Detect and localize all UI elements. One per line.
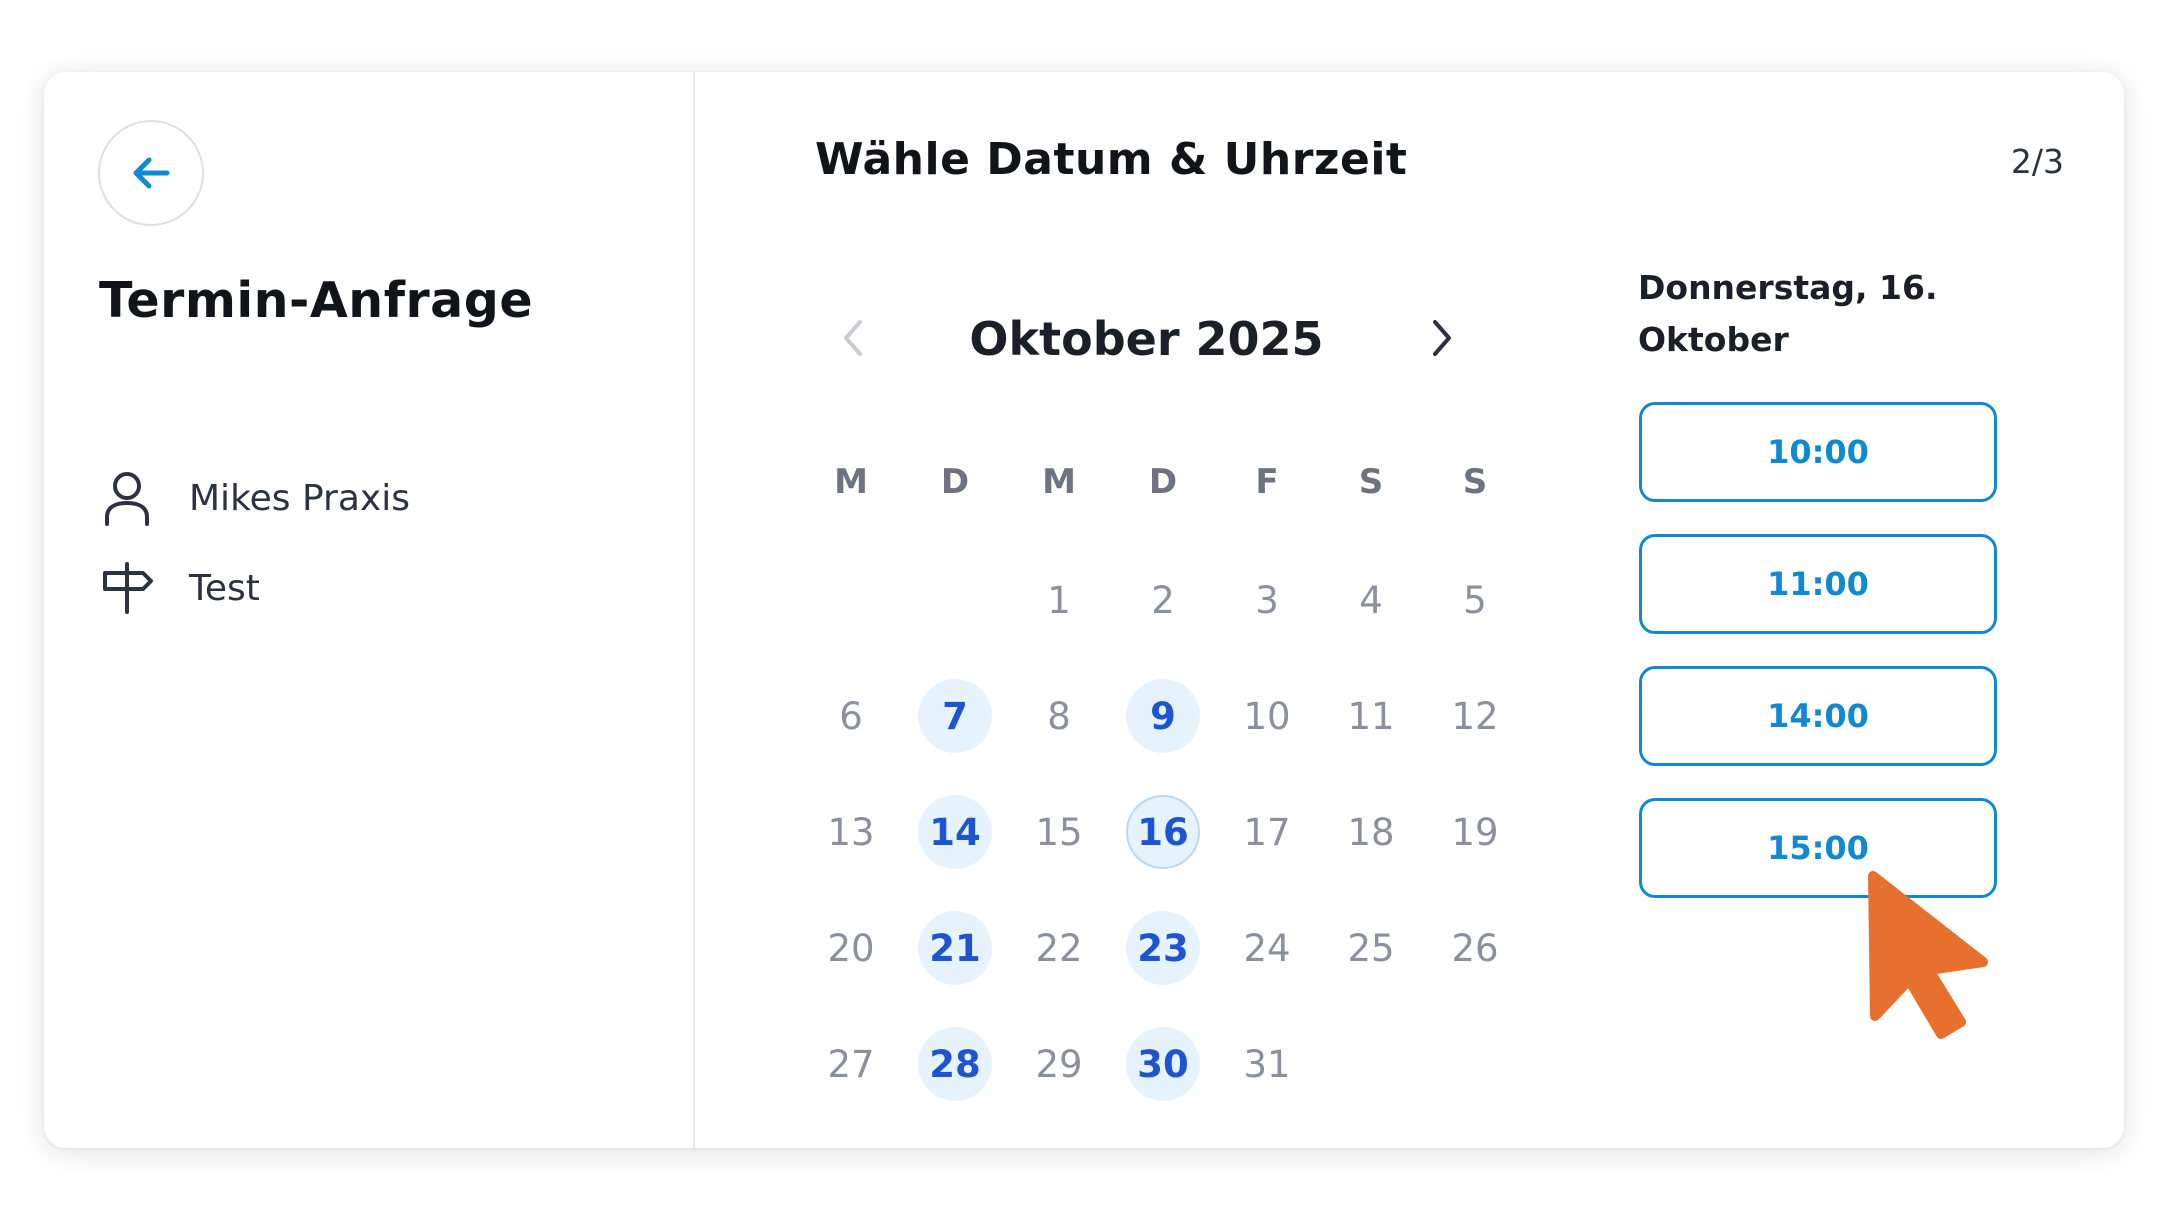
calendar-day: 25 xyxy=(1319,890,1423,1006)
weekday-label: S xyxy=(1358,462,1384,502)
weekday-label: D xyxy=(940,462,970,502)
calendar-day-number: 4 xyxy=(1359,578,1383,622)
weekday-header: MDMDFSS xyxy=(799,462,1527,502)
calendar-day-number: 16 xyxy=(1126,795,1200,869)
calendar-day: 29 xyxy=(1007,1006,1111,1122)
calendar-day-number: 20 xyxy=(827,926,875,970)
calendar-day: 3 xyxy=(1215,542,1319,658)
calendar-day-number: 18 xyxy=(1347,810,1395,854)
calendar-day-number: 26 xyxy=(1451,926,1499,970)
time-slot-button[interactable]: 10:00 xyxy=(1639,402,1997,502)
arrow-left-icon xyxy=(133,157,170,189)
calendar-day-number: 11 xyxy=(1347,694,1395,738)
calendar-day: 6 xyxy=(799,658,903,774)
calendar-day-number: 13 xyxy=(827,810,875,854)
calendar-day[interactable]: 14 xyxy=(903,774,1007,890)
time-slot-button[interactable]: 14:00 xyxy=(1639,666,1997,766)
user-icon xyxy=(99,468,155,528)
calendar-day-selected[interactable]: 16 xyxy=(1111,774,1215,890)
calendar-day: 19 xyxy=(1423,774,1527,890)
calendar-day[interactable]: 9 xyxy=(1111,658,1215,774)
booking-card: Termin-Anfrage Mikes Praxis Test Wähle D… xyxy=(44,72,2124,1148)
next-month-button[interactable] xyxy=(1414,310,1470,366)
service-name: Test xyxy=(189,567,260,609)
calendar-day: 15 xyxy=(1007,774,1111,890)
calendar-day-number: 22 xyxy=(1035,926,1083,970)
calendar-day-number: 30 xyxy=(1126,1027,1200,1101)
calendar-day-number: 15 xyxy=(1035,810,1083,854)
calendar-day: 5 xyxy=(1423,542,1527,658)
calendar-day: 27 xyxy=(799,1006,903,1122)
calendar-header: Oktober 2025 xyxy=(815,298,1478,378)
calendar-day: 1 xyxy=(1007,542,1111,658)
calendar-day-number: 7 xyxy=(918,679,992,753)
calendar-day: 31 xyxy=(1215,1006,1319,1122)
calendar-day: 2 xyxy=(1111,542,1215,658)
calendar-grid: 1 2 3 4 5 6 7 8 9 10 11 12 13 14 15 16 17 18 19 20 21 22 23 24 2… xyxy=(799,542,1527,1122)
page-title: Wähle Datum & Uhrzeit xyxy=(815,134,1408,185)
calendar-day-number: 9 xyxy=(1126,679,1200,753)
request-title: Termin-Anfrage xyxy=(99,272,534,329)
calendar-blank-cell xyxy=(799,542,903,658)
calendar-day-number: 1 xyxy=(1047,578,1071,622)
calendar-day-number: 5 xyxy=(1463,578,1487,622)
month-label: Oktober 2025 xyxy=(969,312,1324,366)
calendar-day[interactable]: 30 xyxy=(1111,1006,1215,1122)
weekday-label: F xyxy=(1255,462,1279,502)
calendar-day: 10 xyxy=(1215,658,1319,774)
calendar-day-number: 10 xyxy=(1243,694,1291,738)
calendar-day-number: 19 xyxy=(1451,810,1499,854)
calendar-day[interactable]: 7 xyxy=(903,658,1007,774)
calendar-day-number: 14 xyxy=(918,795,992,869)
calendar-day-number: 23 xyxy=(1126,911,1200,985)
calendar-day: 18 xyxy=(1319,774,1423,890)
calendar-day: 13 xyxy=(799,774,903,890)
calendar-blank-cell xyxy=(903,542,1007,658)
weekday-label: D xyxy=(1148,462,1178,502)
calendar-day-number: 3 xyxy=(1255,578,1279,622)
calendar-day[interactable]: 21 xyxy=(903,890,1007,1006)
step-indicator: 2/3 xyxy=(2010,142,2064,181)
weekday-label: S xyxy=(1462,462,1488,502)
chevron-right-icon xyxy=(1433,320,1451,356)
calendar-day-number: 24 xyxy=(1243,926,1291,970)
weekday-label: M xyxy=(1042,462,1076,502)
time-slot-list: 10:00 11:00 14:00 15:00 xyxy=(1639,402,1997,930)
calendar-day-number: 25 xyxy=(1347,926,1395,970)
calendar-day: 22 xyxy=(1007,890,1111,1006)
calendar-day: 24 xyxy=(1215,890,1319,1006)
calendar-day-number: 2 xyxy=(1151,578,1175,622)
calendar-day-number: 12 xyxy=(1451,694,1499,738)
calendar-day-number: 8 xyxy=(1047,694,1071,738)
calendar-day-number: 6 xyxy=(839,694,863,738)
calendar-day[interactable]: 23 xyxy=(1111,890,1215,1006)
calendar-day-number: 29 xyxy=(1035,1042,1083,1086)
booking-summary-panel: Termin-Anfrage Mikes Praxis Test xyxy=(44,72,695,1148)
time-slot-button[interactable]: 11:00 xyxy=(1639,534,1997,634)
calendar-day: 26 xyxy=(1423,890,1527,1006)
practice-name: Mikes Praxis xyxy=(189,477,410,519)
calendar-day: 20 xyxy=(799,890,903,1006)
back-button[interactable] xyxy=(98,120,204,226)
signpost-icon xyxy=(99,558,155,618)
calendar-day: 11 xyxy=(1319,658,1423,774)
calendar-day: 12 xyxy=(1423,658,1527,774)
service-row: Test xyxy=(99,558,260,618)
calendar-day[interactable]: 28 xyxy=(903,1006,1007,1122)
calendar-day-number: 17 xyxy=(1243,810,1291,854)
weekday-label: M xyxy=(834,462,868,502)
calendar-day-number: 21 xyxy=(918,911,992,985)
calendar-day-number: 31 xyxy=(1243,1042,1291,1086)
practice-row: Mikes Praxis xyxy=(99,468,410,528)
calendar-day: 8 xyxy=(1007,658,1111,774)
selected-date-heading: Donnerstag, 16. Oktober xyxy=(1638,268,1938,359)
calendar-day: 4 xyxy=(1319,542,1423,658)
calendar-day: 17 xyxy=(1215,774,1319,890)
mouse-pointer-icon xyxy=(1868,871,1988,1039)
calendar-day-number: 27 xyxy=(827,1042,875,1086)
calendar-day-number: 28 xyxy=(918,1027,992,1101)
